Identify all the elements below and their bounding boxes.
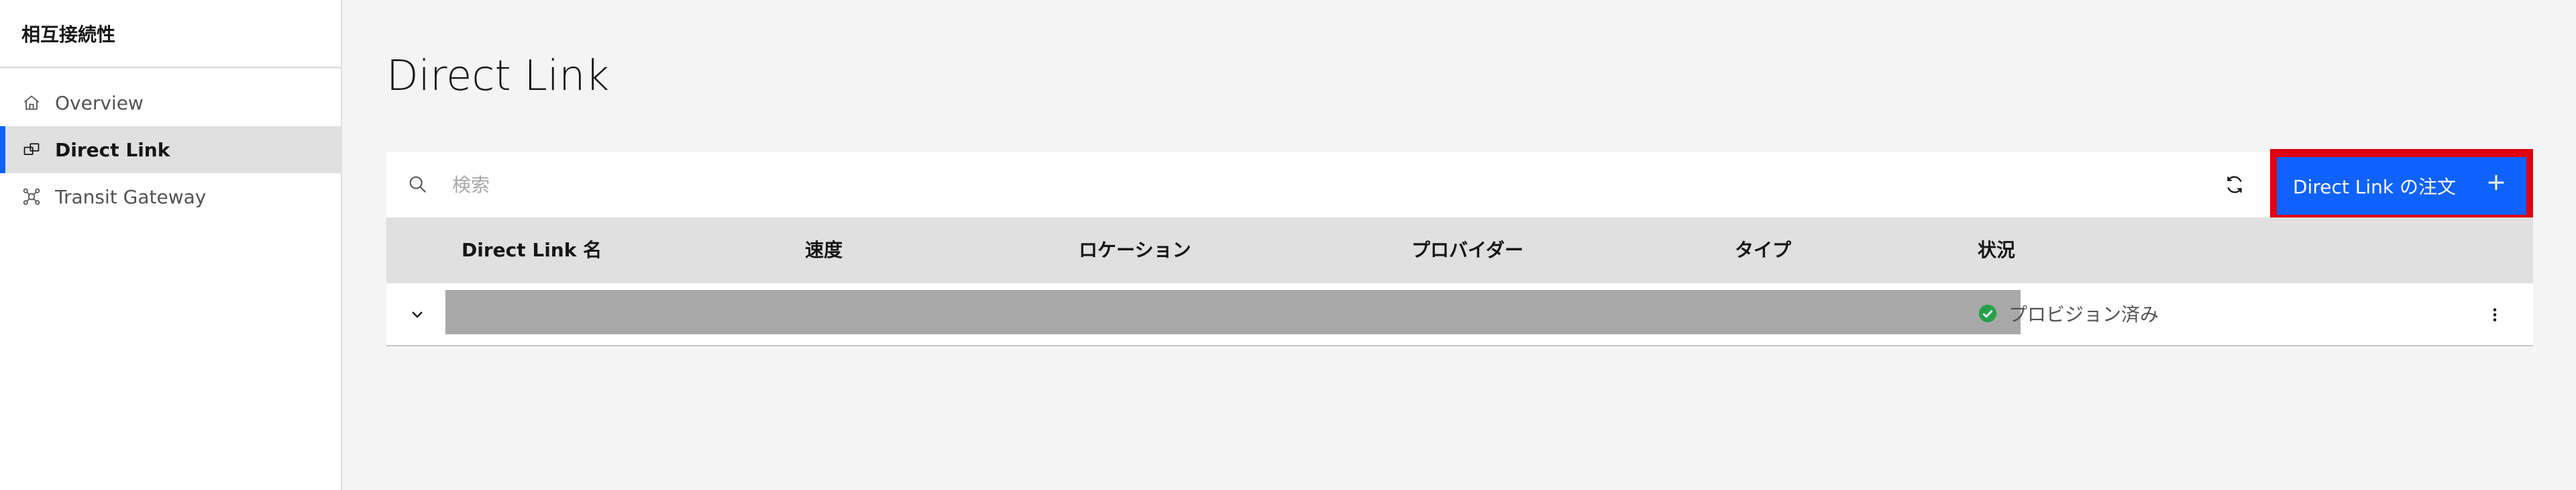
search-input[interactable] [451,165,1795,204]
sidebar: 相互接続性 Overview Direct Link Transit Gatew… [0,0,342,490]
table-header: Direct Link 名 速度 ロケーション プロバイダー タイプ 状況 [386,217,2533,283]
order-button-label: Direct Link の注文 [2293,176,2456,198]
table-toolbar [386,152,2533,217]
chevron-down-icon[interactable] [407,303,428,325]
sidebar-item-label: Overview [55,91,144,114]
transit-gateway-icon [21,187,42,207]
redacted-row-content [445,290,2021,334]
sidebar-item-label: Transit Gateway [55,185,207,208]
column-header-location[interactable]: ロケーション [1079,217,1191,283]
table-row: プロビジョン済み [386,283,2533,346]
sidebar-title: 相互接続性 [0,0,341,68]
sidebar-item-overview[interactable]: Overview [0,79,341,126]
overflow-menu-icon[interactable] [2485,305,2505,325]
checkmark-filled-icon [1978,303,1998,324]
direct-link-icon [21,140,42,160]
refresh-icon[interactable] [2223,173,2246,196]
sidebar-nav: Overview Direct Link Transit Gateway [0,79,341,220]
search-icon [408,175,428,195]
sidebar-item-label: Direct Link [55,138,170,161]
column-header-speed[interactable]: 速度 [805,217,843,283]
status-text: プロビジョン済み [2008,303,2159,326]
column-header-name[interactable]: Direct Link 名 [462,217,602,283]
order-direct-link-button[interactable]: Direct Link の注文 + [2277,157,2526,215]
sidebar-item-transit-gateway[interactable]: Transit Gateway [0,173,341,220]
add-icon: + [2485,168,2506,196]
home-icon [21,93,42,113]
page-title: Direct Link [386,51,610,100]
column-header-type[interactable]: タイプ [1735,217,1791,283]
sidebar-item-direct-link[interactable]: Direct Link [0,126,341,173]
column-header-provider[interactable]: プロバイダー [1411,217,1523,283]
column-header-status[interactable]: 状況 [1978,217,2015,283]
